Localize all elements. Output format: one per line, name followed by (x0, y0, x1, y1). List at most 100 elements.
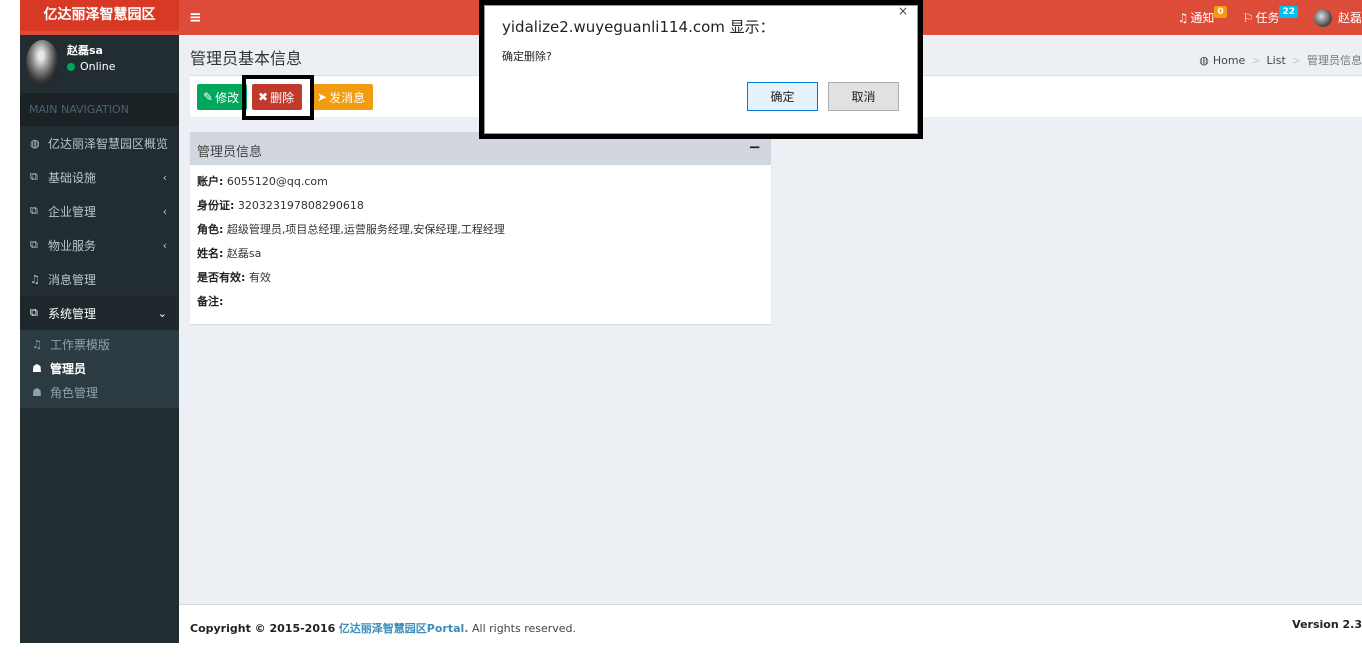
sidebar-item-label: 基础设施 (48, 170, 97, 185)
user-menu[interactable]: 赵磊 (1313, 8, 1362, 27)
user-status: Online (67, 60, 115, 73)
sidebar-item-messages[interactable]: ♫ 消息管理 (20, 262, 179, 296)
breadcrumb-current: 管理员信息 (1307, 54, 1362, 67)
user-menu-name: 赵磊 (1337, 11, 1362, 25)
sidebar-item-overview[interactable]: ◍ 亿达丽泽智慧园区概览 (20, 126, 179, 160)
footer: Copyright © 2015-2016 亿达丽泽智慧园区Portal. Al… (179, 604, 1362, 643)
avatar (26, 40, 59, 85)
bell-icon: ♫ (30, 272, 40, 286)
confirm-dialog: yidalize2.wuyeguanli114.com 显示： × 确定删除? … (479, 0, 923, 139)
breadcrumb-list[interactable]: List (1267, 54, 1286, 67)
dashboard-icon: ◍ (30, 136, 40, 150)
box-header: 管理员信息 − (190, 135, 771, 165)
field-account: 账户: 6055120@qq.com (197, 175, 764, 199)
page-title: 管理员基本信息 (190, 49, 303, 68)
tasks-badge: 22 (1279, 5, 1298, 18)
box-body: 账户: 6055120@qq.com 身份证: 3203231978082906… (190, 165, 771, 329)
status-label: Online (80, 60, 116, 73)
box-title: 管理员信息 (197, 145, 263, 160)
copy-icon: ⧉ (30, 306, 38, 319)
nav-header: MAIN NAVIGATION (20, 93, 179, 126)
copy-icon: ⧉ (30, 204, 38, 217)
rights-text: All rights reserved. (471, 622, 577, 635)
copyright-years: Copyright © 2015-2016 (190, 622, 336, 635)
menu-toggle-icon[interactable]: ≡ (189, 8, 202, 26)
field-name: 姓名: 赵磊sa (197, 247, 764, 271)
sidebar-item-label: 角色管理 (50, 385, 99, 400)
cancel-button[interactable]: 取消 (828, 82, 899, 111)
online-dot-icon (67, 62, 75, 71)
avatar (1313, 8, 1332, 27)
field-value: 320323197808290618 (237, 199, 364, 212)
dialog-message: 确定删除? (502, 50, 552, 63)
sidebar-user-name: 赵磊sa (67, 44, 103, 57)
user-icon: ☗ (32, 385, 42, 399)
bell-icon: ♫ (32, 337, 42, 351)
system-submenu: ♫ 工作票模版 ☗ 管理员 ☗ 角色管理 (20, 330, 179, 408)
chevron-left-icon: ‹ (162, 204, 167, 218)
flag-icon: ⚐ (1242, 10, 1254, 25)
sidebar-item-label: 系统管理 (48, 306, 97, 321)
sidebar-item-label: 工作票模版 (50, 337, 111, 352)
send-message-button-label: 发消息 (329, 90, 366, 105)
notifications-label: 通知 (1190, 11, 1215, 25)
field-label: 是否有效: (197, 271, 246, 284)
paper-plane-icon: ➤ (317, 90, 328, 104)
field-value: 6055120@qq.com (226, 175, 328, 188)
ok-button[interactable]: 确定 (747, 82, 818, 111)
sidebar-item-label: 企业管理 (48, 204, 97, 219)
sidebar-item-label: 物业服务 (48, 238, 97, 253)
field-label: 姓名: (197, 247, 224, 260)
notifications-menu[interactable]: ♫ 通知 0 (1177, 5, 1227, 26)
admin-info-box: 管理员信息 − 账户: 6055120@qq.com 身份证: 32032319… (190, 132, 771, 324)
field-value: 赵磊sa (226, 247, 262, 260)
tasks-label: 任务 (1255, 11, 1280, 25)
notifications-badge: 0 (1214, 5, 1227, 18)
field-remark: 备注: (197, 295, 764, 319)
sidebar-item-system[interactable]: ⧉ 系统管理 ⌄ (20, 296, 179, 330)
version-label: Version 2.3 (1292, 618, 1362, 631)
user-icon: ☗ (32, 361, 42, 375)
dialog-title: yidalize2.wuyeguanli114.com 显示： (502, 18, 775, 36)
top-right-nav: ♫ 通知 0 ⚐ 任务 22 赵磊 (1162, 0, 1362, 35)
chevron-down-icon: ⌄ (157, 306, 167, 320)
close-icon[interactable]: × (898, 4, 908, 18)
field-valid: 是否有效: 有效 (197, 271, 764, 295)
field-value: 有效 (248, 271, 271, 284)
sidebar-item-label: 消息管理 (48, 272, 97, 287)
field-label: 账户: (197, 175, 224, 188)
tasks-menu[interactable]: ⚐ 任务 22 (1242, 5, 1298, 26)
sidebar-item-admin[interactable]: ☗ 管理员 (20, 356, 179, 380)
dialog-frame: yidalize2.wuyeguanli114.com 显示： × 确定删除? … (484, 4, 918, 134)
breadcrumb-separator: > (1291, 53, 1301, 67)
edit-button[interactable]: ✎ 修改 (197, 84, 247, 110)
sidebar: 赵磊sa Online MAIN NAVIGATION ◍ 亿达丽泽智慧园区概览… (20, 35, 179, 643)
sidebar-item-enterprise[interactable]: ⧉ 企业管理 ‹ (20, 194, 179, 228)
bell-icon: ♫ (1177, 10, 1189, 25)
field-label: 备注: (197, 295, 224, 308)
sidebar-item-property[interactable]: ⧉ 物业服务 ‹ (20, 228, 179, 262)
pencil-icon: ✎ (203, 90, 214, 104)
dashboard-icon: ◍ (1199, 53, 1209, 67)
copy-icon: ⧉ (30, 170, 38, 183)
breadcrumb-separator: > (1251, 53, 1261, 67)
brand-logo[interactable]: 亿达丽泽智慧园区 (20, 0, 179, 31)
sidebar-item-infrastructure[interactable]: ⧉ 基础设施 ‹ (20, 160, 179, 194)
send-message-button[interactable]: ➤ 发消息 (311, 84, 373, 110)
delete-button-highlight (242, 75, 314, 120)
sidebar-item-roles[interactable]: ☗ 角色管理 (20, 380, 179, 404)
field-label: 身份证: (197, 199, 235, 212)
breadcrumb: ◍ Home > List > 管理员信息 (1199, 52, 1362, 68)
sidebar-item-label: 亿达丽泽智慧园区概览 (48, 136, 169, 151)
user-panel: 赵磊sa Online (20, 35, 179, 93)
collapse-button[interactable]: − (748, 138, 761, 156)
field-value: 超级管理员,项目总经理,运营服务经理,安保经理,工程经理 (226, 223, 505, 236)
chevron-left-icon: ‹ (162, 238, 167, 252)
breadcrumb-home[interactable]: Home (1213, 54, 1245, 67)
field-role: 角色: 超级管理员,项目总经理,运营服务经理,安保经理,工程经理 (197, 223, 764, 247)
edit-button-label: 修改 (215, 90, 240, 105)
sidebar-item-ticket-template[interactable]: ♫ 工作票模版 (20, 332, 179, 356)
sidebar-item-label: 管理员 (50, 361, 87, 376)
portal-link[interactable]: 亿达丽泽智慧园区Portal. (339, 622, 469, 635)
field-label: 角色: (197, 223, 224, 236)
